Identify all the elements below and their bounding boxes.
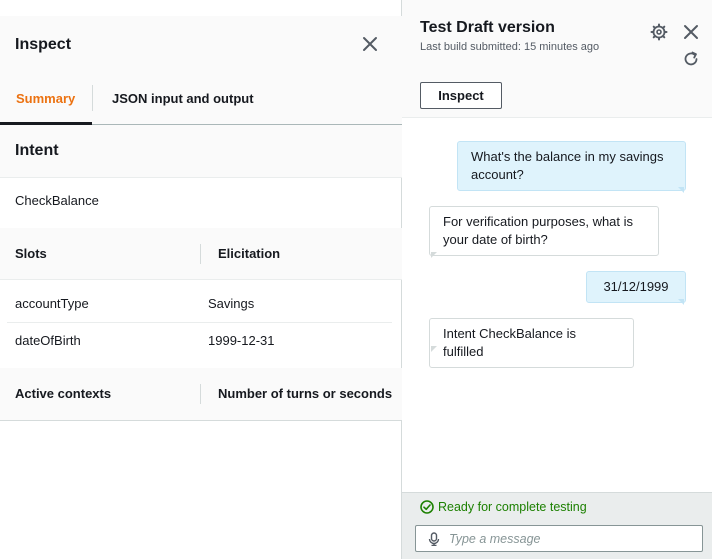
microphone-icon[interactable] (427, 532, 441, 546)
inspect-title: Inspect (15, 36, 72, 53)
inspect-button[interactable]: Inspect (420, 82, 502, 109)
slots-table-header: Slots Elicitation (0, 228, 402, 280)
intent-value: CheckBalance (15, 193, 99, 208)
tab-json-input-output[interactable]: JSON input and output (112, 91, 254, 106)
column-divider (200, 384, 201, 404)
message-input[interactable]: Type a message (415, 525, 703, 552)
close-icon[interactable] (682, 23, 700, 41)
slot-value: Savings (208, 296, 255, 311)
intent-heading: Intent (15, 142, 59, 159)
intent-section-header: Intent (0, 125, 402, 178)
refresh-icon[interactable] (682, 50, 700, 68)
table-row: dateOfBirth 1999-12-31 (0, 322, 402, 359)
message-placeholder: Type a message (449, 532, 541, 546)
tab-summary[interactable]: Summary (16, 91, 75, 106)
turns-column-header: Number of turns or seconds (218, 386, 393, 401)
slot-name: accountType (15, 296, 89, 311)
bubble-tail (678, 187, 684, 193)
active-contexts-column-header: Active contexts (15, 386, 112, 401)
inspect-header: Inspect (0, 16, 402, 72)
check-circle-icon (420, 500, 434, 514)
bubble-tail (431, 252, 437, 258)
close-icon[interactable] (360, 34, 380, 54)
slots-column-header: Slots (15, 246, 47, 261)
slot-name: dateOfBirth (15, 333, 81, 348)
bot-message: For verification purposes, what is your … (429, 206, 659, 256)
bubble-tail (678, 299, 684, 305)
status-text: Ready for complete testing (438, 500, 587, 514)
bubble-tail (431, 346, 437, 352)
user-message: 31/12/1999 (586, 271, 686, 303)
status-bar: Ready for complete testing Type a messag… (402, 492, 712, 559)
inspect-tabs: Summary JSON input and output (0, 72, 402, 125)
contexts-table-header: Active contexts Number of turns or secon… (0, 368, 402, 421)
test-panel: Test Draft version Last build submitted:… (402, 0, 712, 559)
test-header: Test Draft version Last build submitted:… (402, 0, 712, 118)
settings-icon[interactable] (650, 23, 668, 41)
column-divider (200, 244, 201, 264)
test-title: Test Draft version (420, 19, 555, 36)
user-message: What's the balance in my savings account… (457, 141, 686, 191)
inspect-panel: Inspect Summary JSON input and output In… (0, 0, 402, 559)
elicitation-column-header: Elicitation (218, 246, 281, 261)
table-row: accountType Savings (0, 285, 402, 322)
build-status: Last build submitted: 15 minutes ago (420, 41, 600, 53)
slot-value: 1999-12-31 (208, 333, 275, 348)
tab-separator (92, 85, 93, 111)
bot-message: Intent CheckBalance is fulfilled (429, 318, 634, 368)
test-status: Ready for complete testing (420, 500, 587, 514)
